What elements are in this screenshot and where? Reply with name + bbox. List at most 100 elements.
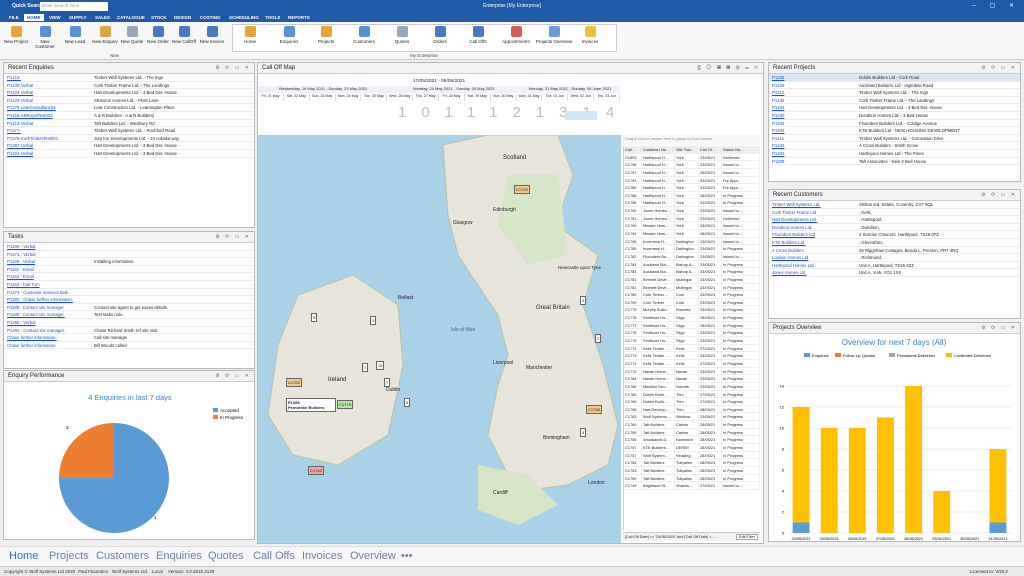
new-quote-button[interactable]: New Quote	[118, 24, 146, 54]
row-link[interactable]: P1188 - Contact site manager.	[4, 304, 90, 311]
day-header[interactable]: Fri, 21 May	[258, 94, 284, 101]
menu-home[interactable]: HOME	[24, 14, 44, 21]
row-link[interactable]: P1387-Verbal	[4, 142, 90, 149]
appointments-button[interactable]: Appointments	[500, 24, 532, 54]
table-row[interactable]: C1758 Hart Develop... Trim 28/05/21 In Progr…	[624, 405, 760, 414]
panel-controls-icon[interactable]: ⚙ ⟳ ▭ ✕	[981, 325, 1017, 331]
list-row[interactable]: P1435 Cork Timber Frame Ltd. - The Landin…	[769, 97, 1020, 105]
list-row[interactable]: Jones Homes Ltd. Unit A, York, YO1 1XX	[769, 269, 1020, 277]
column-header[interactable]: Call ...	[624, 146, 642, 153]
list-row[interactable]: P1200 - Contact site manager. Chase Richa…	[4, 327, 254, 335]
table-row[interactable]: C1790 Minster Ham... York 23/05/21 Issued to…	[624, 222, 760, 231]
row-link[interactable]: P1426	[769, 82, 855, 89]
new-order-button[interactable]: New Order	[144, 24, 172, 54]
row-link[interactable]: P1424	[769, 104, 855, 111]
table-row[interactable]: C1760 Taft Builders Carlow 28/05/21 In Progr…	[624, 421, 760, 429]
menu-tools[interactable]: TOOLS	[262, 14, 283, 21]
row-link[interactable]: Timber Wall Systems Ltd.	[769, 201, 855, 208]
menu-supply[interactable]: SUPPLY	[66, 14, 90, 21]
panel-controls-icon[interactable]: ⚙ ⟳ ▭ ✕	[215, 65, 251, 71]
day-header[interactable]: Wed, 02 Jun	[568, 94, 595, 101]
row-link[interactable]: P1412-	[4, 74, 90, 81]
new-customer-button[interactable]: New Customer	[31, 24, 59, 54]
menu-scheduling[interactable]: SCHEDULING	[226, 14, 262, 21]
row-link[interactable]: P1430	[769, 112, 855, 119]
panel-controls-icon[interactable]: ⚙ ⟳ ▭ ✕	[215, 234, 251, 240]
marker-cluster-4[interactable]: 4	[580, 428, 587, 437]
list-row[interactable]: P1424 Hart Developments Ltd. - 3 Bed Det.…	[769, 104, 1020, 112]
invoices-button[interactable]: Invoices	[576, 24, 604, 54]
table-row[interactable]: C1778 Smithson Ho... Sligo 28/05/21 In Progr…	[624, 314, 760, 322]
row-link[interactable]: P1424-Verbal	[4, 89, 90, 96]
row-link[interactable]: P1436	[769, 120, 855, 127]
row-link[interactable]: P1418-ABRoyalTest003	[4, 112, 90, 119]
table-row[interactable]: C1774 Kells Timber ... Kells 27/05/21 In Pro…	[624, 344, 760, 353]
table-row[interactable]: C1753 Taft Builders Tullyallen 28/05/21 In P…	[624, 466, 760, 475]
calendar-selection[interactable]	[565, 111, 597, 120]
day-header[interactable]: Thu, 03 Jun	[594, 94, 621, 101]
menu-stock[interactable]: STOCK	[148, 14, 170, 21]
row-link[interactable]: P1300 - Chase further information.	[4, 296, 90, 303]
table-row[interactable]: C1765 Dublin Build... Trim 27/05/21 In Progr…	[624, 390, 760, 399]
table-row[interactable]: C1769 Dublin Build... Trim 27/05/21 In Progr…	[624, 398, 760, 406]
list-row[interactable]: Chase further information. Call site mana…	[4, 334, 254, 342]
row-link[interactable]: Flounders Builders Ltd	[769, 231, 855, 238]
list-row[interactable]: Flounders Builders Ltd 2 Sunrise Crescent…	[769, 231, 1020, 239]
row-link[interactable]: P1335	[769, 74, 855, 81]
list-row[interactable]: P1300 - Chase further information.	[4, 296, 254, 304]
day-header[interactable]: Mon, 24 May	[336, 94, 362, 101]
row-link[interactable]: Jones Homes Ltd.	[769, 269, 855, 276]
day-header[interactable]: Fri, 28 May	[439, 94, 465, 101]
table-row[interactable]: C1779 Murphy Build... Roscrea 23/05/21 In Pr…	[624, 306, 760, 315]
table-row[interactable]: C1790 Cork Timber Cork 23/05/21 In Progress	[624, 298, 760, 307]
column-header[interactable]: Site Tow...	[675, 146, 699, 153]
row-link[interactable]: P1199 - Verbal	[4, 258, 90, 265]
marker-cluster-7c[interactable]: 7	[384, 378, 391, 387]
list-row[interactable]: Hart Developments Ltd. , Hartlepool,	[769, 216, 1020, 224]
window-controls[interactable]: ─ ▢ ✕	[972, 2, 1020, 9]
row-link[interactable]: P1376-CorkTimberTest001	[4, 135, 90, 142]
day-header[interactable]: Sat, 22 May	[284, 94, 310, 101]
marker-cluster-15[interactable]: 15	[376, 361, 385, 370]
table-row[interactable]: C1797 Hartlepool H... York 26/05/21 Issued t…	[624, 168, 760, 177]
list-row[interactable]: Chase further information. Bill Woods cal…	[4, 342, 254, 350]
menu-reports[interactable]: REPORTS	[285, 14, 313, 21]
table-row[interactable]: C1770 Navan Home... Navan 23/05/21 In Progre…	[624, 367, 760, 376]
list-row[interactable]: P1413-Verbal Taft Builders Ltd. - Westbur…	[4, 120, 254, 128]
call-offs-button[interactable]: Call Offs	[464, 24, 492, 54]
row-link[interactable]: P1435	[769, 97, 855, 104]
list-row[interactable]: P1371 - Verbal	[4, 251, 254, 259]
list-row[interactable]: P1335 Dublin Builders Ltd - Cork Road	[769, 74, 1020, 82]
table-row[interactable]: C1785 Inverness H... Darlington 23/05/21 In …	[624, 245, 760, 253]
table-row[interactable]: C1784 Auckland Bui... Bishop A... 23/05/21 I…	[624, 260, 760, 269]
row-link[interactable]: P1424-Verbal	[4, 150, 90, 157]
menu-view[interactable]: VIEW	[46, 14, 64, 21]
row-link[interactable]: Hartlepool Homes Ltd.	[769, 262, 855, 269]
row-link[interactable]: P1402	[769, 127, 855, 134]
row-link[interactable]: P1423-Verbal	[4, 97, 90, 104]
tab-quotes[interactable]: Quotes	[208, 550, 243, 562]
table-row[interactable]: C1793 Hartlepool H... York 31/05/21 For Appr…	[624, 176, 760, 185]
list-row[interactable]: KTE Builders Ltd. , Glenrothes,	[769, 239, 1020, 247]
menu-costing[interactable]: COSTING	[197, 14, 224, 21]
new-project-button[interactable]: New Project	[2, 24, 30, 54]
row-link[interactable]: P1435-Verbal	[4, 82, 90, 89]
menu-design[interactable]: DESIGN	[171, 14, 194, 21]
call-off-map[interactable]: C1703 C1752 P1395 Pembroke Builders C1779…	[258, 135, 621, 543]
panel-controls-icon[interactable]: ⚙ ⟳ ▭ ✕	[981, 65, 1017, 71]
list-row[interactable]: P1412 Timber Wall Systems Ltd. - The Ings	[769, 89, 1020, 97]
marker-c1752[interactable]: C1752	[286, 378, 302, 387]
table-row[interactable]: C1764 Navan Home... Navan 23/05/21 In Progre…	[624, 375, 760, 383]
list-row[interactable]: P1412- Timber Wall Systems Ltd. - The Ing…	[4, 74, 254, 82]
list-row[interactable]: P1432 A Cross Builders - Smith Grove	[769, 142, 1020, 150]
day-header[interactable]: Tue, 01 Jun	[542, 94, 569, 101]
column-header[interactable]: Status Na...	[722, 146, 760, 153]
table-row[interactable]: C1756 Woodlands D... Nuneaton 28/05/21 In Pr…	[624, 436, 760, 444]
row-link[interactable]: P1163 - Call Tom	[4, 281, 90, 288]
table-row[interactable]: C1749 Brightland Hi... Shanks... 27/05/21 Is…	[624, 482, 760, 490]
list-row[interactable]: Dunditon Homes Ltd. , Dunditon,	[769, 224, 1020, 232]
list-row[interactable]: P1255 - Verbal	[4, 319, 254, 327]
row-link[interactable]: Dunditon Homes Ltd.	[769, 224, 855, 231]
table-row[interactable]: C1791 Jones Homes... York 23/05/21 Delivered	[624, 214, 760, 223]
more-tabs-button[interactable]: •••	[401, 550, 413, 562]
